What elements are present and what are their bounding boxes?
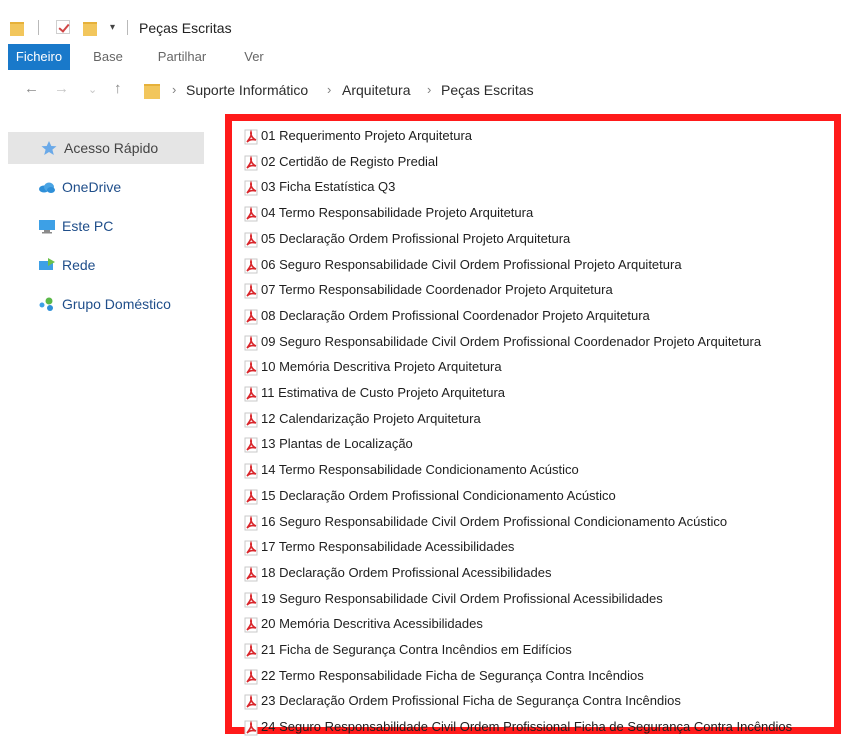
breadcrumb-item[interactable]: Peças Escritas: [441, 82, 534, 98]
tab-base[interactable]: Base: [84, 44, 132, 70]
cloud-icon: [39, 182, 55, 193]
pdf-icon: [244, 566, 258, 582]
file-name: 09 Seguro Responsabilidade Civil Ordem P…: [261, 333, 762, 349]
recent-locations-icon[interactable]: ⌄: [88, 83, 97, 96]
file-name: 02 Certidão de Registo Predial: [261, 153, 439, 169]
back-arrow-icon[interactable]: ←: [24, 80, 39, 97]
sidebar-item-label: Este PC: [62, 218, 114, 234]
breadcrumb-item[interactable]: Suporte Informático: [186, 82, 308, 98]
pdf-icon: [244, 206, 258, 222]
tab-ver[interactable]: Ver: [236, 44, 272, 70]
file-name: 08 Declaração Ordem Profissional Coorden…: [261, 307, 650, 323]
window-title: Peças Escritas: [139, 20, 232, 36]
sidebar-item-onedrive[interactable]: OneDrive: [0, 171, 196, 203]
pdf-icon: [244, 694, 258, 710]
up-arrow-icon[interactable]: ↑: [114, 80, 122, 97]
new-folder-icon[interactable]: [83, 22, 97, 36]
sidebar-item-rede[interactable]: Rede: [0, 249, 196, 281]
pdf-icon: [244, 335, 258, 351]
computer-icon: [39, 220, 55, 234]
pdf-icon: [244, 309, 258, 325]
network-icon: [39, 258, 55, 270]
title-bar: ▾ Peças Escritas: [0, 0, 848, 44]
file-name: 15 Declaração Ordem Profissional Condici…: [261, 487, 616, 503]
folder-icon: [144, 84, 160, 99]
customize-toolbar-icon[interactable]: ▾: [110, 22, 115, 33]
star-icon: [41, 141, 57, 155]
file-name: 10 Memória Descritiva Projeto Arquitetur…: [261, 359, 502, 375]
forward-arrow-icon[interactable]: →: [54, 80, 69, 97]
pdf-icon: [244, 643, 258, 659]
file-name: 22 Termo Responsabilidade Ficha de Segur…: [261, 667, 644, 683]
file-name: 05 Declaração Ordem Profissional Projeto…: [261, 230, 571, 246]
file-name: 13 Plantas de Localização: [261, 436, 413, 452]
sidebar-item-label: Acesso Rápido: [64, 140, 159, 156]
pdf-icon: [244, 617, 258, 633]
pdf-icon: [244, 232, 258, 248]
file-name: 01 Requerimento Projeto Arquitetura: [261, 128, 473, 143]
file-name: 23 Declaração Ordem Profissional Ficha d…: [261, 693, 681, 709]
pdf-icon: [244, 669, 258, 685]
file-name: 07 Termo Responsabilidade Coordenador Pr…: [261, 282, 613, 298]
address-bar: ← → ⌄ ↑ › Suporte Informático › Arquitet…: [0, 74, 848, 106]
pdf-icon: [244, 180, 258, 196]
pdf-icon: [244, 514, 258, 530]
ribbon-tabs: Ficheiro Base Partilhar Ver: [0, 44, 848, 70]
file-list: 01 Requerimento Projeto Arquitetura 02 Ce…: [225, 114, 841, 736]
sidebar-item-label: OneDrive: [62, 179, 122, 195]
pdf-icon: [244, 257, 258, 273]
tab-ficheiro[interactable]: Ficheiro: [8, 44, 70, 70]
file-name: 16 Seguro Responsabilidade Civil Ordem P…: [261, 513, 728, 529]
pdf-icon: [244, 540, 258, 556]
toolbar-separator: [127, 20, 128, 35]
file-name: 14 Termo Responsabilidade Condicionament…: [261, 462, 579, 478]
file-name: 19 Seguro Responsabilidade Civil Ordem P…: [261, 590, 663, 606]
file-name: 20 Memória Descritiva Acessibilidades: [261, 616, 483, 632]
file-name: 17 Termo Responsabilidade Acessibilidade…: [261, 539, 515, 555]
pdf-icon: [244, 155, 258, 171]
file-name: 18 Declaração Ordem Profissional Acessib…: [261, 564, 552, 580]
file-name: 11 Estimativa de Custo Projeto Arquitetu…: [261, 385, 505, 400]
chevron-right-icon[interactable]: ›: [427, 82, 431, 97]
sidebar-item-label: Grupo Doméstico: [62, 296, 171, 312]
pdf-icon: [244, 129, 258, 145]
properties-icon[interactable]: [56, 20, 70, 34]
file-name: 04 Termo Responsabilidade Projeto Arquit…: [261, 205, 534, 221]
sidebar-item-acesso-rapido[interactable]: Acesso Rápido: [8, 132, 204, 164]
pdf-icon: [244, 283, 258, 299]
pdf-icon: [244, 386, 258, 402]
folder-icon: [10, 22, 24, 36]
tab-partilhar[interactable]: Partilhar: [146, 44, 218, 70]
sidebar-item-label: Rede: [62, 257, 96, 273]
pdf-icon: [244, 360, 258, 376]
file-name: 03 Ficha Estatística Q3: [261, 179, 396, 195]
sidebar-item-este-pc[interactable]: Este PC: [0, 210, 196, 242]
file-name: 12 Calendarização Projeto Arquitetura: [261, 410, 481, 426]
chevron-right-icon[interactable]: ›: [172, 82, 176, 97]
chevron-right-icon[interactable]: ›: [327, 82, 331, 97]
pdf-icon: [244, 489, 258, 505]
breadcrumb-item[interactable]: Arquitetura: [342, 82, 410, 98]
toolbar-separator: [38, 20, 39, 35]
pdf-icon: [244, 592, 258, 608]
pdf-icon: [244, 412, 258, 428]
pdf-icon: [244, 463, 258, 479]
homegroup-icon: [39, 297, 53, 311]
pdf-icon: [244, 720, 258, 736]
file-name: 06 Seguro Responsabilidade Civil Ordem P…: [261, 256, 682, 272]
pdf-icon: [244, 437, 258, 453]
sidebar-item-grupo-domestico[interactable]: Grupo Doméstico: [0, 288, 196, 320]
file-name: 21 Ficha de Segurança Contra Incêndios e…: [261, 642, 572, 657]
